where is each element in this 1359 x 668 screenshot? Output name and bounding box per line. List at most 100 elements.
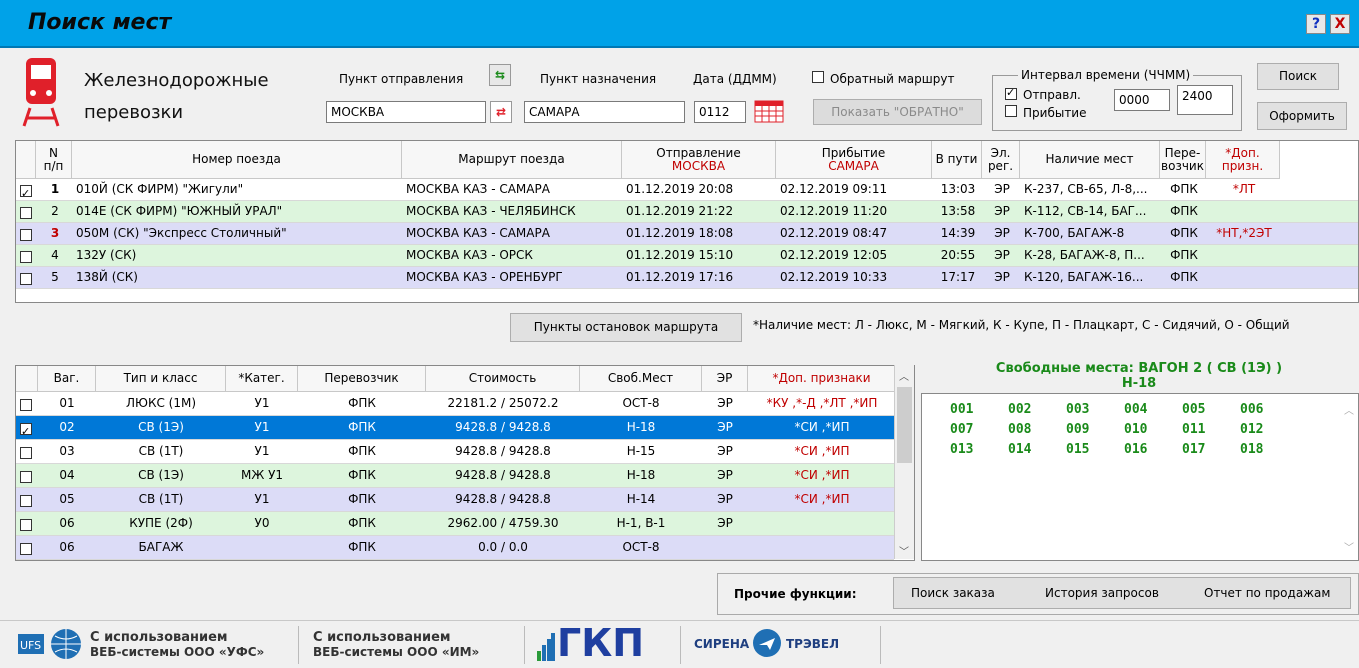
seat-number[interactable]: 015	[1066, 442, 1089, 457]
wagon-row[interactable]: 03 СВ (1Т) У1 ФПК 9428.8 / 9428.8 Н-15 ЭР *СИ ,…	[16, 440, 894, 464]
brand-line2: перевозки	[84, 102, 184, 123]
wagon-row[interactable]: 02 СВ (1Э) У1 ФПК 9428.8 / 9428.8 Н-18 ЭР *СИ ,…	[16, 416, 894, 440]
row-checkbox[interactable]	[20, 517, 32, 531]
time-to-input[interactable]: 2400	[1177, 85, 1233, 115]
table-row[interactable]: 3 050М (СК) "Экспресс Столичный" МОСКВА КА…	[16, 223, 1358, 245]
train-route: МОСКВА КАЗ - ОРСК	[406, 248, 533, 262]
wagon-cost: 2962.00 / 4759.30	[447, 516, 559, 530]
arrival: 02.12.2019 11:20	[780, 204, 888, 218]
scroll-down-icon[interactable]: ﹀	[1344, 539, 1354, 554]
from-input[interactable]: МОСКВА	[326, 101, 486, 123]
free-seats-panel: 001 002 003 004 005 006 007 008 009 010 011 012 013 0…	[921, 393, 1359, 561]
seat-number[interactable]: 013	[950, 442, 973, 457]
scroll-down-icon[interactable]: ﹀	[899, 543, 909, 558]
wagon-category: МЖ У1	[240, 468, 284, 482]
plane-icon	[752, 628, 782, 658]
seat-number[interactable]: 010	[1124, 422, 1147, 437]
wagons-scrollbar[interactable]: ︿ ﹀	[894, 365, 914, 559]
request-history-button[interactable]: История запросов	[1045, 586, 1159, 600]
extra-flags: *ЛТ	[1232, 182, 1256, 196]
free-seats-count: Н-18	[626, 468, 656, 482]
wagon-number: 05	[59, 492, 75, 506]
row-checkbox[interactable]	[20, 249, 32, 263]
return-checkbox[interactable]	[812, 71, 824, 86]
seat-number[interactable]: 016	[1124, 442, 1147, 457]
free-seats-count: ОСТ-8	[622, 540, 660, 554]
trains-header-4: Прибытие САМАРА	[776, 141, 932, 179]
seat-number[interactable]: 008	[1008, 422, 1031, 437]
carrier: ФПК	[1170, 226, 1198, 240]
row-checkbox[interactable]	[20, 271, 32, 285]
duration: 13:03	[940, 182, 976, 196]
seat-number[interactable]: 002	[1008, 402, 1031, 417]
brand-line1: Железнодорожные	[84, 70, 269, 91]
row-checkbox[interactable]	[20, 421, 32, 435]
wagon-type: БАГАЖ	[138, 540, 184, 554]
seat-number[interactable]: 003	[1066, 402, 1089, 417]
wagon-row[interactable]: 04 СВ (1Э) МЖ У1 ФПК 9428.8 / 9428.8 Н-18 ЭР *С…	[16, 464, 894, 488]
row-checkbox[interactable]	[20, 445, 32, 459]
wagon-row[interactable]: 06 КУПЕ (2Ф) У0 ФПК 2962.00 / 4759.30 Н-1, В-…	[16, 512, 894, 536]
show-return-button[interactable]: Показать "ОБРАТНО"	[813, 99, 982, 125]
table-row[interactable]: 1 010Й (СК ФИРМ) "Жигули" МОСКВА КАЗ - САМ…	[16, 179, 1358, 201]
row-checkbox[interactable]	[20, 397, 32, 411]
table-row[interactable]: 2 014Е (СК ФИРМ) "ЮЖНЫЙ УРАЛ" МОСКВА КАЗ -…	[16, 201, 1358, 223]
sales-report-button[interactable]: Отчет по продажам	[1204, 586, 1330, 600]
search-button[interactable]: Поиск	[1257, 63, 1339, 90]
wagons-header-7: *Доп. признаки	[748, 366, 896, 392]
free-seats-count: ОСТ-8	[622, 396, 660, 410]
wagon-carrier: ФПК	[348, 540, 376, 554]
row-checkbox[interactable]	[20, 183, 32, 197]
wagon-category	[226, 536, 298, 560]
order-search-button[interactable]: Поиск заказа	[911, 586, 995, 600]
wagon-carrier: ФПК	[348, 492, 376, 506]
departure: 01.12.2019 21:22	[626, 204, 734, 218]
train-number: 050М (СК) "Экспресс Столичный"	[76, 226, 287, 240]
trains-header-0: Nп/п	[36, 141, 72, 179]
route-stops-button[interactable]: Пункты остановок маршрута	[510, 313, 742, 342]
swap-directions-icon[interactable]: ⇄	[490, 101, 512, 123]
departure: 01.12.2019 17:16	[626, 270, 734, 284]
table-row[interactable]: 5 138Й (СК) МОСКВА КАЗ - ОРЕНБУРГ 01.12.201…	[16, 267, 1358, 289]
seat-number[interactable]: 007	[950, 422, 973, 437]
train-number: 010Й (СК ФИРМ) "Жигули"	[76, 182, 244, 196]
extra-flags	[1210, 267, 1278, 289]
arrive-checkbox[interactable]	[1005, 105, 1017, 120]
seat-number[interactable]: 001	[950, 402, 973, 417]
seat-number[interactable]: 012	[1240, 422, 1263, 437]
help-button[interactable]: ?	[1306, 14, 1326, 34]
swap-history-icon[interactable]: ⇆	[489, 64, 511, 86]
seat-number[interactable]: 017	[1182, 442, 1205, 457]
seat-number[interactable]: 006	[1240, 402, 1263, 417]
row-checkbox[interactable]	[20, 227, 32, 241]
row-checkbox[interactable]	[20, 205, 32, 219]
wagon-row[interactable]: 06 БАГАЖ ФПК 0.0 / 0.0 ОСТ-8	[16, 536, 894, 560]
calendar-icon[interactable]	[754, 99, 784, 123]
seat-number[interactable]: 011	[1182, 422, 1205, 437]
close-button[interactable]: X	[1330, 14, 1350, 34]
to-input[interactable]: САМАРА	[524, 101, 685, 123]
seat-number[interactable]: 005	[1182, 402, 1205, 417]
order-button[interactable]: Оформить	[1257, 102, 1347, 130]
seat-number[interactable]: 009	[1066, 422, 1089, 437]
row-checkbox[interactable]	[20, 493, 32, 507]
window-title: Поиск мест	[28, 10, 172, 35]
wagon-cost: 9428.8 / 9428.8	[455, 420, 551, 434]
time-from-input[interactable]: 0000	[1114, 89, 1170, 111]
wagon-category: У0	[254, 516, 270, 530]
date-input[interactable]: 0112	[694, 101, 746, 123]
table-row[interactable]: 4 132У (СК) МОСКВА КАЗ - ОРСК 01.12.2019 15…	[16, 245, 1358, 267]
seat-number[interactable]: 014	[1008, 442, 1031, 457]
trains-header-5: В пути	[932, 141, 982, 179]
scroll-up-icon[interactable]: ︿	[899, 368, 909, 383]
extra-flags	[748, 512, 896, 536]
scroll-thumb[interactable]	[897, 387, 912, 463]
row-checkbox[interactable]	[20, 541, 32, 555]
wagon-row[interactable]: 01 ЛЮКС (1М) У1 ФПК 22181.2 / 25072.2 ОСТ-8 ЭР…	[16, 392, 894, 416]
scroll-up-icon[interactable]: ︿	[1344, 402, 1354, 417]
depart-checkbox[interactable]	[1005, 86, 1017, 103]
row-checkbox[interactable]	[20, 469, 32, 483]
wagon-row[interactable]: 05 СВ (1Т) У1 ФПК 9428.8 / 9428.8 Н-14 ЭР *СИ ,…	[16, 488, 894, 512]
seat-number[interactable]: 018	[1240, 442, 1263, 457]
seat-number[interactable]: 004	[1124, 402, 1147, 417]
